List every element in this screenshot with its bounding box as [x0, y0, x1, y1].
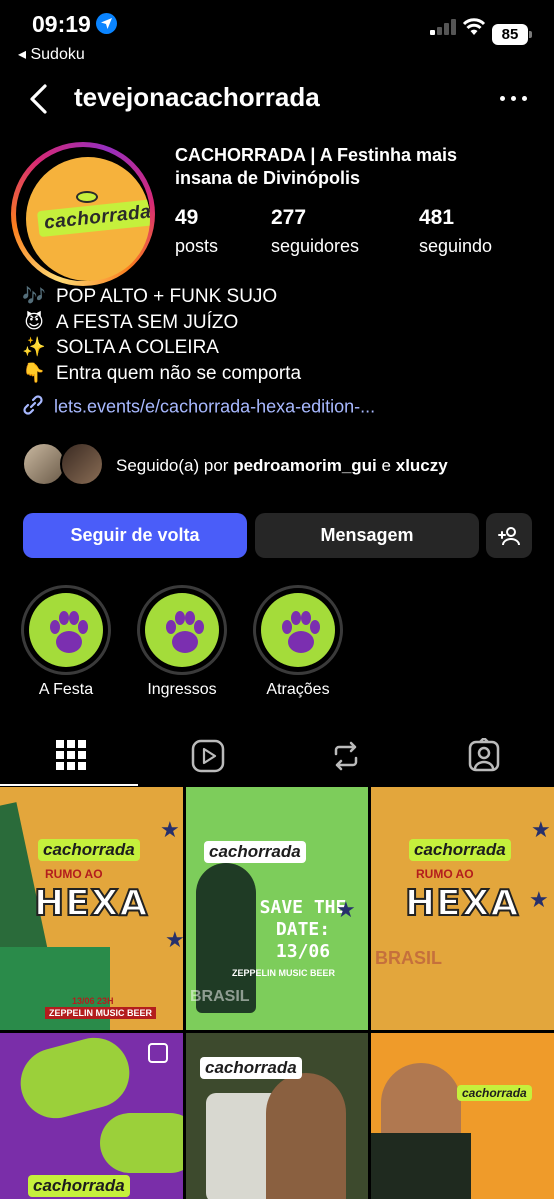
grid-icon — [56, 740, 86, 770]
battery-level: 85 — [492, 24, 528, 45]
profile-display-name: CACHORRADA | A Festinha mais insana de D… — [175, 145, 458, 188]
stat-following[interactable]: 481 seguindo — [419, 206, 492, 257]
tagged-person-icon — [468, 738, 500, 772]
stat-posts[interactable]: 49 posts — [175, 206, 218, 257]
profile-username: tevejonacachorrada — [74, 82, 320, 112]
post-thumbnail[interactable]: cachorrada — [371, 1033, 554, 1199]
post-logo: cachorrada — [409, 839, 511, 861]
post-date: 13/06 23H — [72, 996, 114, 1006]
post-rumo: RUMO AO — [45, 867, 103, 881]
bio-text: SOLTA A COLEIRA — [56, 337, 219, 358]
post-logo: cachorrada — [457, 1085, 532, 1101]
star-icon: ★ — [531, 817, 551, 842]
wifi-icon — [462, 16, 486, 41]
post-logo: cachorrada — [200, 1057, 302, 1079]
stat-following-value: 481 — [419, 206, 455, 229]
location-arrow-icon — [96, 13, 117, 34]
profile-header: tevejonacachorrada — [0, 78, 554, 120]
post-brasil: BRASIL — [190, 988, 250, 1005]
bio-line: ✨ SOLTA A COLEIRA — [22, 335, 301, 361]
post-logo: cachorrada — [204, 841, 306, 863]
mutual-avatar — [60, 442, 104, 486]
profile-link-text: lets.events/e/cachorrada-hexa-edition-..… — [54, 396, 376, 417]
avatar-logo: cachorrada — [36, 198, 150, 238]
devil-face-icon: 😈 — [24, 311, 44, 333]
stat-posts-label: posts — [175, 236, 219, 256]
bio-line: 🎶 POP ALTO + FUNK SUJO — [22, 284, 301, 310]
mutual-prefix: Seguido(a) por — [116, 456, 229, 475]
stat-following-label: seguindo — [419, 236, 493, 256]
star-icon: ★ — [165, 927, 183, 952]
suggest-users-button[interactable] — [486, 513, 532, 558]
add-person-icon — [498, 527, 520, 546]
repost-icon — [334, 741, 358, 771]
post-hexa: HEXA — [404, 882, 520, 925]
bio-text: A FESTA SEM JUÍZO — [56, 311, 239, 333]
bio-line: 👇 Entra quem não se comporta — [22, 361, 301, 387]
post-thumbnail[interactable]: cachorrada — [0, 1033, 183, 1199]
post-venue: ZEPPELIN MUSIC BEER — [45, 1007, 157, 1019]
highlight-label: A Festa — [38, 681, 94, 698]
reels-play-icon — [191, 739, 225, 773]
profile-bio: 🎶 POP ALTO + FUNK SUJO 😈 A FESTA SEM JUÍZO… — [22, 284, 301, 386]
tab-tagged[interactable] — [414, 728, 552, 786]
highlight-atracoes[interactable]: Atrações — [253, 585, 343, 699]
highlight-label: Atrações — [266, 681, 330, 698]
posts-grid: cachorrada RUMO AO HEXA 13/06 23H ZEPPEL… — [0, 787, 554, 1199]
post-logo: cachorrada — [28, 1175, 130, 1197]
story-ring[interactable]: cachorrada — [11, 142, 155, 286]
profile-link[interactable]: lets.events/e/cachorrada-hexa-edition-..… — [22, 394, 375, 421]
star-icon: ★ — [529, 887, 549, 912]
mutual-user[interactable]: xluczy — [396, 456, 448, 475]
follow-back-button[interactable]: Seguir de volta — [23, 513, 247, 558]
back-to-app-link[interactable]: ◂ Sudoku — [18, 44, 85, 64]
post-rumo: RUMO AO — [416, 867, 474, 881]
post-thumbnail[interactable]: cachorrada RUMO AO HEXA BRASIL ★ ★ — [371, 787, 554, 1030]
multi-post-icon — [148, 1043, 168, 1063]
pointing-down-icon: 👇 — [22, 362, 46, 384]
mutual-followers-text: Seguido(a) por pedroamorim_gui e xluczy — [116, 456, 448, 476]
avatar: cachorrada — [26, 157, 150, 281]
link-chain-icon — [22, 394, 44, 421]
tab-reposts[interactable] — [276, 728, 414, 786]
mutual-user[interactable]: pedroamorim_gui — [233, 456, 377, 475]
highlight-label: Ingressos — [147, 681, 217, 698]
cellular-signal-icon — [430, 19, 456, 35]
paw-icon — [29, 593, 103, 667]
status-bar: 09:19 ◂ Sudoku 85 — [0, 0, 554, 72]
post-venue: ZEPPELIN MUSIC BEER — [232, 968, 336, 978]
post-thumbnail[interactable]: cachorrada — [186, 1033, 368, 1199]
bio-text: POP ALTO + FUNK SUJO — [56, 286, 278, 307]
clock: 09:19 — [32, 11, 91, 37]
paw-icon — [145, 593, 219, 667]
tab-reels[interactable] — [138, 728, 276, 786]
bio-text: Entra quem não se comporta — [56, 362, 302, 384]
post-hexa: HEXA — [33, 882, 149, 925]
post-brasil: BRASIL — [375, 948, 442, 968]
more-options-icon[interactable] — [500, 92, 528, 106]
battery-cap — [529, 31, 532, 38]
stat-posts-value: 49 — [175, 206, 199, 229]
post-logo: cachorrada — [38, 839, 140, 861]
highlight-a-festa[interactable]: A Festa — [21, 585, 111, 699]
stat-followers-value: 277 — [271, 206, 307, 229]
eye-logo-icon — [76, 191, 98, 203]
highlight-ingressos[interactable]: Ingressos — [137, 585, 227, 699]
back-chevron-icon[interactable] — [26, 83, 52, 115]
paw-icon — [261, 593, 335, 667]
post-thumbnail[interactable]: cachorrada SAVE THE DATE: 13/06 ZEPPELIN… — [186, 787, 368, 1030]
stat-followers[interactable]: 277 seguidores — [271, 206, 359, 257]
tab-grid[interactable] — [0, 728, 138, 786]
music-notes-icon: 🎶 — [22, 286, 46, 307]
stat-followers-label: seguidores — [271, 236, 360, 256]
star-icon: ★ — [336, 897, 356, 922]
profile-tabs — [0, 728, 554, 786]
post-thumbnail[interactable]: cachorrada RUMO AO HEXA 13/06 23H ZEPPEL… — [0, 787, 183, 1030]
sparkles-icon: ✨ — [22, 337, 46, 358]
star-icon: ★ — [160, 817, 180, 842]
message-button[interactable]: Mensagem — [255, 513, 479, 558]
mutual-conj: e — [381, 456, 391, 475]
bio-line: 😈 A FESTA SEM JUÍZO — [22, 310, 301, 336]
